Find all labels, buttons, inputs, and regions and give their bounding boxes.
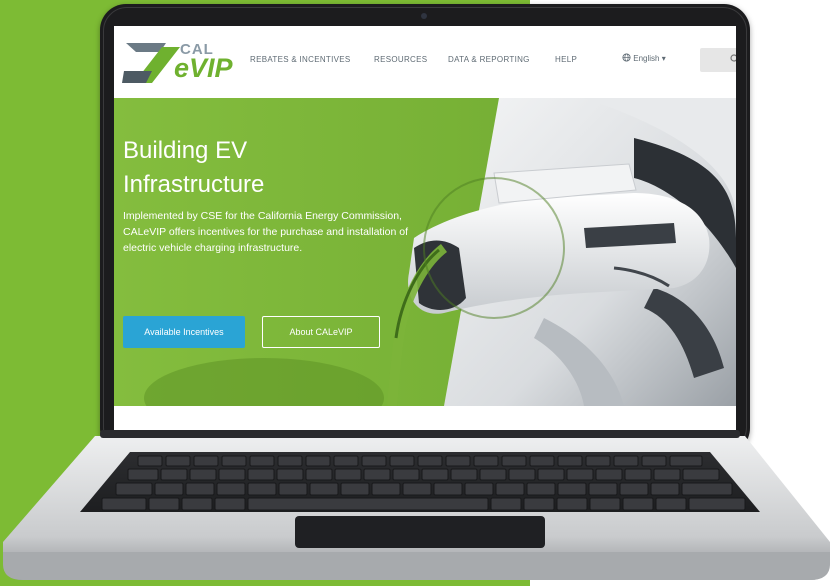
trackpad [295, 516, 545, 548]
language-label: English ▾ [633, 54, 666, 63]
nav-rebates-incentives[interactable]: REBATES & INCENTIVES [250, 55, 351, 64]
logo-text-evip: eVIP [174, 53, 233, 83]
language-selector[interactable]: English ▾ [622, 53, 666, 63]
globe-icon [622, 53, 631, 62]
hero-description: Implemented by CSE for the California En… [123, 210, 409, 254]
logo-mark-icon [122, 43, 180, 83]
search-icon[interactable] [730, 54, 736, 64]
available-incentives-button[interactable]: Available Incentives [123, 316, 245, 348]
nav-help[interactable]: HELP [555, 55, 577, 64]
hero-title: Building EV Infrastructure [123, 134, 463, 202]
hero-title-line1: Building EV [123, 137, 248, 164]
laptop-screen: CAL eVIP REBATES & INCENTIVES RESOURCES … [114, 26, 736, 430]
nav-data-reporting[interactable]: DATA & REPORTING [448, 55, 530, 64]
hero-title-line2: Infrastructure [123, 171, 265, 198]
calevip-logo[interactable]: CAL eVIP [122, 39, 233, 87]
laptop-base [3, 430, 830, 580]
page-content-strip [114, 406, 736, 430]
site-navbar: CAL eVIP REBATES & INCENTIVES RESOURCES … [114, 26, 736, 98]
hero-banner: Building EV Infrastructure Implemented b… [114, 98, 736, 406]
webcam-icon [421, 13, 427, 19]
nav-resources[interactable]: RESOURCES [374, 55, 427, 64]
about-calevip-button[interactable]: About CALeVIP [262, 316, 380, 348]
